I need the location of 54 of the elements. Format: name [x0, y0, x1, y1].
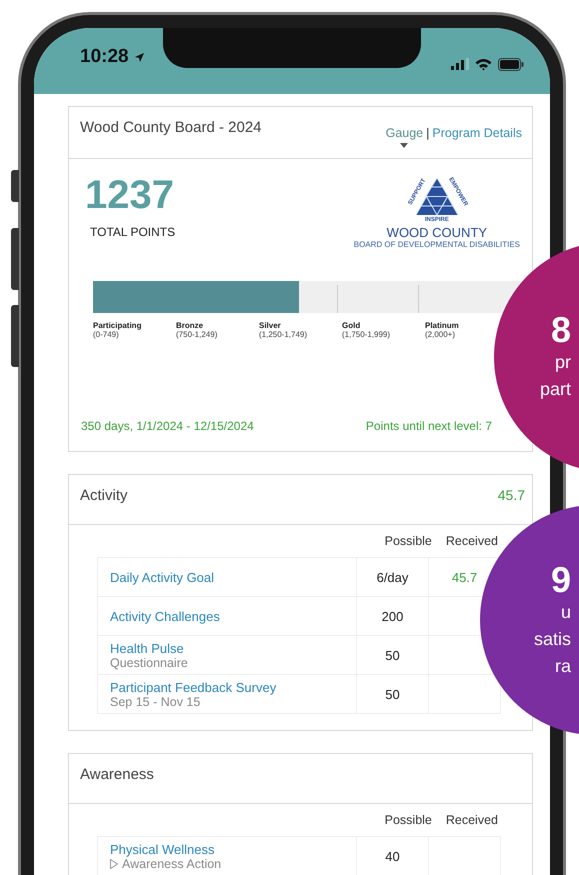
possible-points: 6/day — [376, 570, 408, 584]
program-period: 350 days, 1/1/2024 - 12/15/2024 — [81, 419, 254, 433]
column-header: Received — [446, 534, 498, 548]
wifi-icon — [475, 58, 492, 70]
callout-text: 8 — [550, 311, 571, 349]
tier-range: (750-1,249) — [176, 330, 218, 339]
possible-points: 40 — [385, 848, 400, 864]
column-header: Received — [446, 813, 498, 827]
battery-icon — [498, 58, 524, 70]
possible-points: 50 — [385, 686, 400, 702]
organization-name: WOOD COUNTY — [386, 225, 488, 240]
section-title: Awareness — [80, 766, 154, 785]
tier-name: Silver — [259, 321, 282, 330]
tier-range: (1,250-1,749) — [259, 330, 308, 339]
possible-points: 50 — [385, 648, 400, 662]
signal-icon — [451, 58, 469, 70]
activity-subtitle: Sep 15 - Nov 15 — [110, 694, 200, 708]
points-until-next-level: Points until next level: 7 — [366, 419, 492, 433]
activity-link[interactable]: Physical Wellness — [110, 842, 344, 856]
column-header: Possible — [384, 813, 432, 827]
tier-name: Participating — [93, 321, 142, 330]
tier-range: (1,750-1,999) — [342, 330, 392, 339]
activity-link[interactable]: Health Pulse — [110, 640, 344, 656]
tier-range: (0-749) — [93, 330, 120, 339]
column-header: Possible — [384, 534, 432, 548]
received-points: 45.7 — [452, 570, 478, 584]
activity-link[interactable]: Activity Challenges — [110, 608, 344, 624]
callout-text: part — [540, 378, 571, 401]
callout-text: ra — [554, 654, 571, 678]
activity-subtitle: Awareness Action — [122, 856, 222, 870]
view-link[interactable]: Gauge — [386, 126, 424, 140]
total-points-label: TOTAL POINTS — [90, 225, 176, 239]
program-title: Wood County Board - 2024 — [80, 119, 262, 136]
callout-text: pr — [554, 351, 571, 374]
activity-subtitle: Questionnaire — [110, 656, 188, 670]
section-title: Activity — [80, 487, 128, 506]
tier-name: Gold — [342, 321, 362, 330]
organization-subtitle: BOARD OF DEVELOPMENTAL DISABILITIES — [354, 240, 520, 249]
view-link[interactable]: Program Details — [432, 126, 522, 140]
callout-text: satis — [534, 628, 571, 650]
possible-points: 200 — [382, 608, 404, 624]
callout-text: u — [560, 600, 571, 624]
tier-range: (2,000+) — [425, 330, 456, 339]
tier-name: Platinum — [425, 321, 460, 330]
activity-link[interactable]: Daily Activity Goal — [110, 570, 344, 584]
section-score: 45.7 — [498, 487, 525, 505]
callout-text: 9 — [550, 560, 571, 598]
location-arrow-icon — [134, 52, 145, 62]
activity-link[interactable]: Participant Feedback Survey — [110, 680, 344, 694]
link-separator: | — [426, 126, 430, 140]
tier-name: Bronze — [176, 321, 204, 330]
total-points-value: 1237 — [85, 173, 175, 217]
status-time: 10:28 — [80, 46, 129, 68]
caret-icon — [400, 143, 408, 148]
